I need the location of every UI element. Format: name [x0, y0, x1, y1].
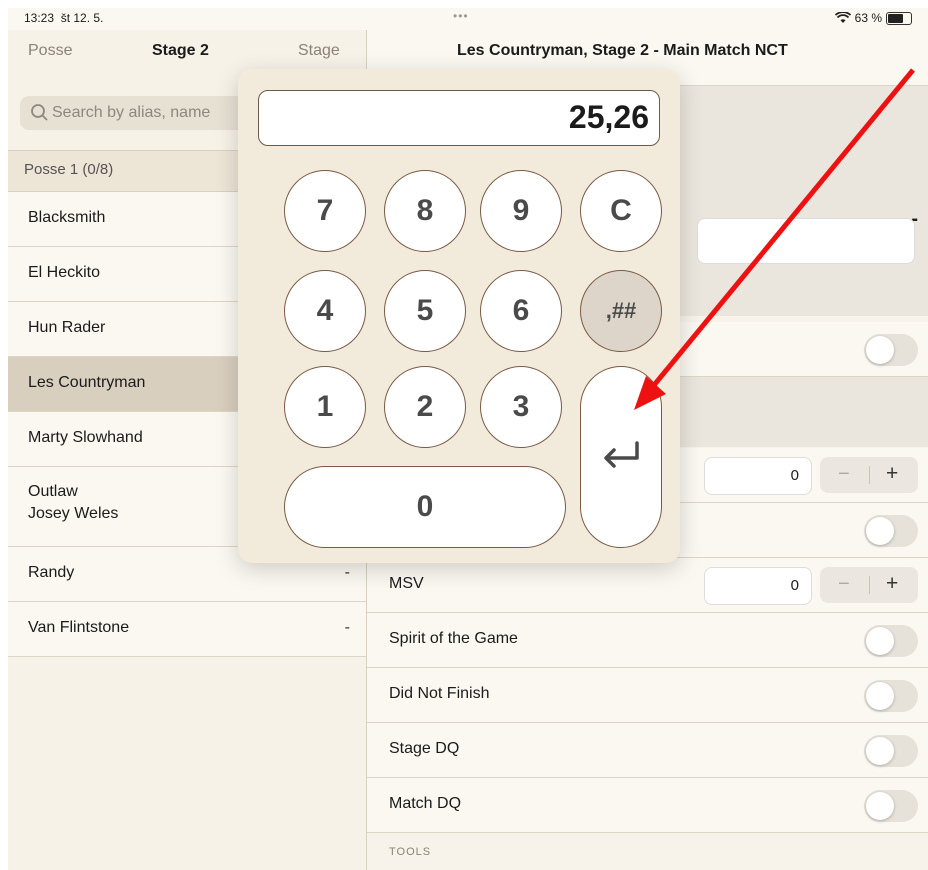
- dnf-label: Did Not Finish: [389, 685, 490, 702]
- clear-key[interactable]: C: [580, 170, 662, 252]
- battery-icon: [886, 11, 912, 25]
- shooter-name: El Heckito: [28, 264, 101, 281]
- msv-value-box[interactable]: 0: [704, 567, 812, 605]
- status-right: 63 %: [834, 11, 912, 25]
- search-placeholder: Search by alias, name: [52, 104, 211, 121]
- shooter-name: Les Countryman: [28, 374, 146, 391]
- status-bar: 13:23 št 12. 5. ••• 63 %: [8, 8, 928, 30]
- dnf-toggle[interactable]: [864, 680, 918, 712]
- search-icon: [31, 104, 48, 121]
- counter-stepper: − +: [820, 457, 918, 493]
- increment-button[interactable]: +: [886, 462, 898, 486]
- detail-title: Les Countryman, Stage 2 - Main Match NCT: [457, 42, 788, 59]
- key-4[interactable]: 4: [284, 270, 366, 352]
- spirit-label: Spirit of the Game: [389, 630, 518, 647]
- stage-button[interactable]: Stage: [298, 42, 340, 60]
- stepper-divider: [869, 576, 870, 594]
- wifi-icon: [834, 12, 851, 23]
- key-3[interactable]: 3: [480, 366, 562, 448]
- shooter-name: Van Flintstone: [28, 619, 130, 636]
- dnf-row: Did Not Finish: [367, 668, 928, 723]
- key-8[interactable]: 8: [384, 170, 466, 252]
- toggle-switch[interactable]: [864, 515, 918, 547]
- counter-value-box[interactable]: 0: [704, 457, 812, 495]
- decimal-key[interactable]: ,##: [580, 270, 662, 352]
- shooter-score: -: [344, 619, 350, 636]
- shooter-name: Outlaw Josey Weles: [28, 483, 119, 522]
- key-1[interactable]: 1: [284, 366, 366, 448]
- msv-row: MSV 0 − +: [367, 558, 928, 613]
- shooter-name: Hun Rader: [28, 319, 106, 336]
- stage-dq-label: Stage DQ: [389, 740, 460, 757]
- shooter-row[interactable]: Van Flintstone -: [8, 602, 366, 657]
- keypad-display-value: 25,26: [568, 99, 649, 135]
- status-time: 13:23 št 12. 5.: [24, 11, 104, 25]
- time-input-field[interactable]: [697, 218, 915, 264]
- toggle-switch[interactable]: [864, 334, 918, 366]
- posse-section-label: Posse 1 (0/8): [24, 161, 114, 178]
- match-dq-toggle[interactable]: [864, 790, 918, 822]
- match-dq-row: Match DQ: [367, 778, 928, 833]
- counter-value: 0: [790, 467, 799, 484]
- key-5[interactable]: 5: [384, 270, 466, 352]
- spirit-toggle[interactable]: [864, 625, 918, 657]
- stepper-divider: [869, 466, 870, 484]
- enter-key[interactable]: [580, 366, 662, 548]
- return-arrow-icon: [604, 441, 639, 468]
- keypad-display: 25,26: [258, 90, 660, 146]
- shooter-score: -: [344, 564, 350, 581]
- decrement-button[interactable]: −: [838, 573, 850, 596]
- key-6[interactable]: 6: [480, 270, 562, 352]
- spirit-row: Spirit of the Game: [367, 613, 928, 668]
- multitask-dots[interactable]: •••: [453, 9, 469, 23]
- key-9[interactable]: 9: [480, 170, 562, 252]
- increment-button[interactable]: +: [886, 572, 898, 596]
- shooter-name: Marty Slowhand: [28, 429, 143, 446]
- key-7[interactable]: 7: [284, 170, 366, 252]
- sidebar-title: Stage 2: [152, 42, 209, 59]
- stage-dq-row: Stage DQ: [367, 723, 928, 778]
- stage-dq-toggle[interactable]: [864, 735, 918, 767]
- numeric-keypad-popover: 25,26 7 8 9 C 4 5 6 ,## 1 2 3 0: [238, 69, 680, 563]
- msv-label: MSV: [389, 575, 424, 592]
- match-dq-label: Match DQ: [389, 795, 462, 812]
- tools-section-label: TOOLS: [389, 846, 432, 858]
- msv-value: 0: [790, 577, 799, 594]
- msv-stepper: − +: [820, 567, 918, 603]
- posse-back-button[interactable]: Posse: [28, 42, 72, 60]
- battery-percent: 63 %: [854, 11, 882, 25]
- shooter-name: Randy: [28, 564, 75, 581]
- key-0[interactable]: 0: [284, 466, 566, 548]
- decrement-button[interactable]: −: [838, 463, 850, 486]
- shooter-name: Blacksmith: [28, 209, 106, 226]
- key-2[interactable]: 2: [384, 366, 466, 448]
